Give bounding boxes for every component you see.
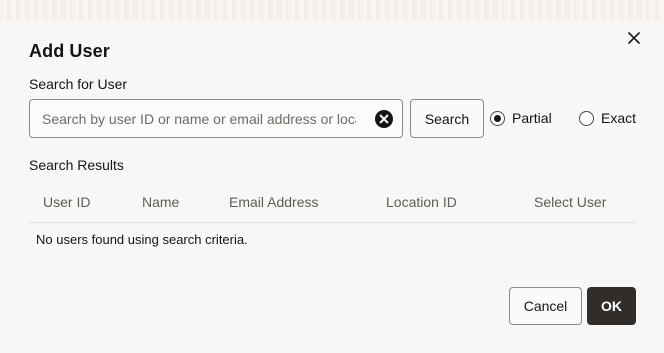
empty-results-message: No users found using search criteria. bbox=[36, 232, 248, 247]
ok-button[interactable]: OK bbox=[587, 287, 636, 325]
radio-partial-label: Partial bbox=[512, 110, 552, 126]
close-icon bbox=[628, 32, 640, 44]
column-header-user-id[interactable]: User ID bbox=[43, 194, 90, 210]
radio-selected-icon bbox=[490, 110, 505, 126]
radio-exact[interactable]: Exact bbox=[579, 108, 636, 128]
results-table-header: User ID Name Email Address Location ID S… bbox=[29, 183, 636, 223]
search-label: Search for User bbox=[29, 76, 128, 92]
radio-unselected-icon bbox=[579, 110, 594, 126]
dialog-title: Add User bbox=[29, 41, 110, 61]
cancel-button[interactable]: Cancel bbox=[509, 287, 582, 325]
column-header-select-user: Select User bbox=[534, 194, 607, 210]
header-texture bbox=[0, 0, 664, 20]
radio-partial[interactable]: Partial bbox=[490, 108, 552, 128]
search-button[interactable]: Search bbox=[410, 99, 484, 138]
search-results-label: Search Results bbox=[29, 157, 124, 173]
close-button[interactable] bbox=[622, 26, 646, 50]
radio-exact-label: Exact bbox=[601, 110, 637, 126]
add-user-dialog: Add User Search for User Search Partial … bbox=[0, 0, 664, 353]
search-field bbox=[29, 99, 403, 138]
search-input[interactable] bbox=[40, 100, 358, 137]
column-header-email-address[interactable]: Email Address bbox=[229, 194, 318, 210]
column-header-location-id[interactable]: Location ID bbox=[386, 194, 457, 210]
column-header-name[interactable]: Name bbox=[142, 194, 179, 210]
clear-icon[interactable] bbox=[374, 109, 394, 129]
